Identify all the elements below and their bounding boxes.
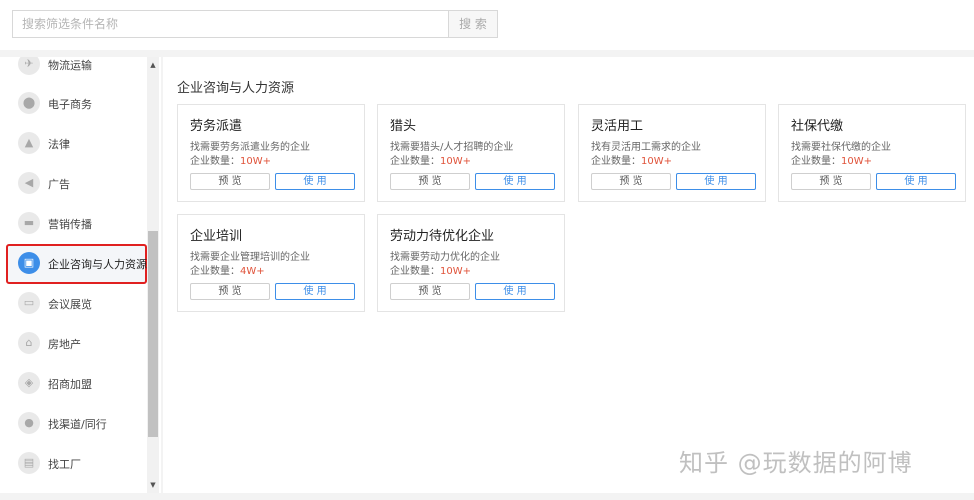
- category-card: 企业培训找需要企业管理培训的企业 企业数量：4W+ 预 览使 用: [177, 214, 365, 312]
- card-title: 猎头: [390, 119, 417, 134]
- shop-icon: ⬤: [18, 92, 40, 114]
- preview-button[interactable]: 预 览: [190, 283, 270, 300]
- presentation-icon: ▭: [18, 292, 40, 314]
- sidebar-item[interactable]: ✈ 物流运输: [0, 57, 147, 85]
- card-count-value: 10W+: [641, 156, 672, 167]
- sidebar-item-label: 会议展览: [48, 298, 92, 311]
- house-icon: ⌂: [18, 332, 40, 354]
- sidebar-item-label: 广告: [48, 178, 70, 191]
- category-card: 劳动力待优化企业找需要劳动力优化的企业 企业数量：10W+ 预 览使 用: [377, 214, 565, 312]
- card-count-value: 10W+: [440, 156, 471, 167]
- search-input[interactable]: [12, 10, 448, 38]
- card-count: 企业数量：10W+: [390, 262, 471, 277]
- sidebar-item[interactable]: ▤ 找工厂: [0, 444, 147, 484]
- use-button[interactable]: 使 用: [275, 283, 355, 300]
- sidebar-item[interactable]: ⌂ 房地产: [0, 324, 147, 364]
- card-count-label: 企业数量：: [390, 156, 440, 167]
- handshake-icon: ◈: [18, 372, 40, 394]
- card-count: 企业数量：10W+: [591, 152, 672, 167]
- card-title: 劳务派遣: [190, 119, 243, 134]
- card-count-value: 10W+: [440, 266, 471, 277]
- card-count-value: 4W+: [240, 266, 265, 277]
- sidebar-item-label: 物流运输: [48, 59, 92, 72]
- card-count: 企业数量：4W+: [190, 262, 265, 277]
- scroll-thumb[interactable]: [148, 231, 158, 437]
- card-title: 企业培训: [190, 229, 243, 244]
- sidebar-item[interactable]: ▭ 会议展览: [0, 284, 147, 324]
- use-button[interactable]: 使 用: [876, 173, 956, 190]
- sidebar-item[interactable]: ● 找渠道/同行: [0, 404, 147, 444]
- card-count-label: 企业数量：: [591, 156, 641, 167]
- megaphone-icon: ◀: [18, 172, 40, 194]
- preview-button[interactable]: 预 览: [190, 173, 270, 190]
- sidebar-item-label: 电子商务: [48, 98, 92, 111]
- preview-button[interactable]: 预 览: [390, 283, 470, 300]
- main-panel: 企业咨询与人力资源 劳务派遣 找需要劳务派遣业务的企业 企业数量：10W+ 预 览使 …: [163, 57, 974, 493]
- category-card: 灵活用工找有灵活用工需求的企业 企业数量：10W+ 预 览使 用: [578, 104, 766, 202]
- sidebar-item-label: 营销传播: [48, 218, 92, 231]
- card-title: 社保代缴: [791, 119, 844, 134]
- preview-button[interactable]: 预 览: [791, 173, 871, 190]
- truck-icon: ✈: [18, 57, 40, 75]
- sidebar-item-label: 法律: [48, 138, 70, 151]
- card-count: 企业数量：10W+: [791, 152, 872, 167]
- briefcase-icon: ▣: [18, 252, 40, 274]
- card-count: 企业数量：10W+: [390, 152, 471, 167]
- card-count-label: 企业数量：: [390, 266, 440, 277]
- card-count: 企业数量：10W+: [190, 152, 271, 167]
- top-search-bar: 搜 索: [0, 0, 974, 50]
- use-button[interactable]: 使 用: [475, 173, 555, 190]
- category-card: 猎头找需要猎头/人才招聘的企业 企业数量：10W+ 预 览使 用: [377, 104, 565, 202]
- scroll-up-arrow-icon[interactable]: ▲: [147, 59, 159, 71]
- sidebar-item-label: 企业咨询与人力资源: [48, 258, 147, 271]
- scroll-down-arrow-icon[interactable]: ▼: [147, 479, 159, 491]
- use-button[interactable]: 使 用: [475, 283, 555, 300]
- card-count-value: 10W+: [841, 156, 872, 167]
- sidebar-item[interactable]: ◈ 招商加盟: [0, 364, 147, 404]
- sidebar-item-label: 找工厂: [48, 458, 81, 471]
- watermark: 知乎 @玩数据的阿博: [679, 449, 913, 477]
- sidebar-item[interactable]: ▲ 法律: [0, 124, 147, 164]
- sidebar-item[interactable]: ◀ 广告: [0, 164, 147, 204]
- sidebar-scrollbar[interactable]: ▲ ▼: [147, 57, 159, 493]
- card-count-label: 企业数量：: [190, 156, 240, 167]
- card-description: 找需要企业管理培训的企业: [190, 252, 310, 263]
- gavel-icon: ▲: [18, 132, 40, 154]
- preview-button[interactable]: 预 览: [591, 173, 671, 190]
- search-button[interactable]: 搜 索: [448, 10, 498, 38]
- card-count-value: 10W+: [240, 156, 271, 167]
- category-card: 社保代缴找需要社保代缴的企业 企业数量：10W+ 预 览使 用: [778, 104, 966, 202]
- sidebar-item-label: 招商加盟: [48, 378, 92, 391]
- card-description: 找需要劳动力优化的企业: [390, 252, 500, 263]
- sidebar-item-label: 房地产: [48, 338, 81, 351]
- person-icon: ●: [18, 412, 40, 434]
- card-title: 劳动力待优化企业: [390, 229, 495, 244]
- card-description: 找需要社保代缴的企业: [791, 142, 891, 153]
- sidebar-item[interactable]: ⬤ 电子商务: [0, 84, 147, 124]
- card-count-label: 企业数量：: [190, 266, 240, 277]
- section-title: 企业咨询与人力资源: [177, 81, 295, 96]
- preview-button[interactable]: 预 览: [390, 173, 470, 190]
- card-description: 找需要猎头/人才招聘的企业: [390, 142, 514, 153]
- sidebar-item[interactable]: ▬ 营销传播: [0, 204, 147, 244]
- category-card: 劳务派遣找需要劳务派遣业务的企业 企业数量：10W+ 预 览使 用: [177, 104, 365, 202]
- card-count-label: 企业数量：: [791, 156, 841, 167]
- use-button[interactable]: 使 用: [275, 173, 355, 190]
- sidebar-item[interactable]: ▣ 企业咨询与人力资源: [0, 244, 147, 284]
- card-description: 找需要劳务派遣业务的企业: [190, 142, 310, 153]
- factory-icon: ▤: [18, 452, 40, 474]
- card-description: 找有灵活用工需求的企业: [591, 142, 701, 153]
- broadcast-icon: ▬: [18, 212, 40, 234]
- category-sidebar: ✈ 物流运输 ⬤ 电子商务 ▲ 法律 ◀ 广告 ▬ 营销传播 ▣ 企业咨询与人力资源 ▭ 会议展览 ⌂ 房地产…: [0, 57, 161, 493]
- use-button[interactable]: 使 用: [676, 173, 756, 190]
- sidebar-item-label: 找渠道/同行: [48, 418, 107, 431]
- card-title: 灵活用工: [591, 119, 644, 134]
